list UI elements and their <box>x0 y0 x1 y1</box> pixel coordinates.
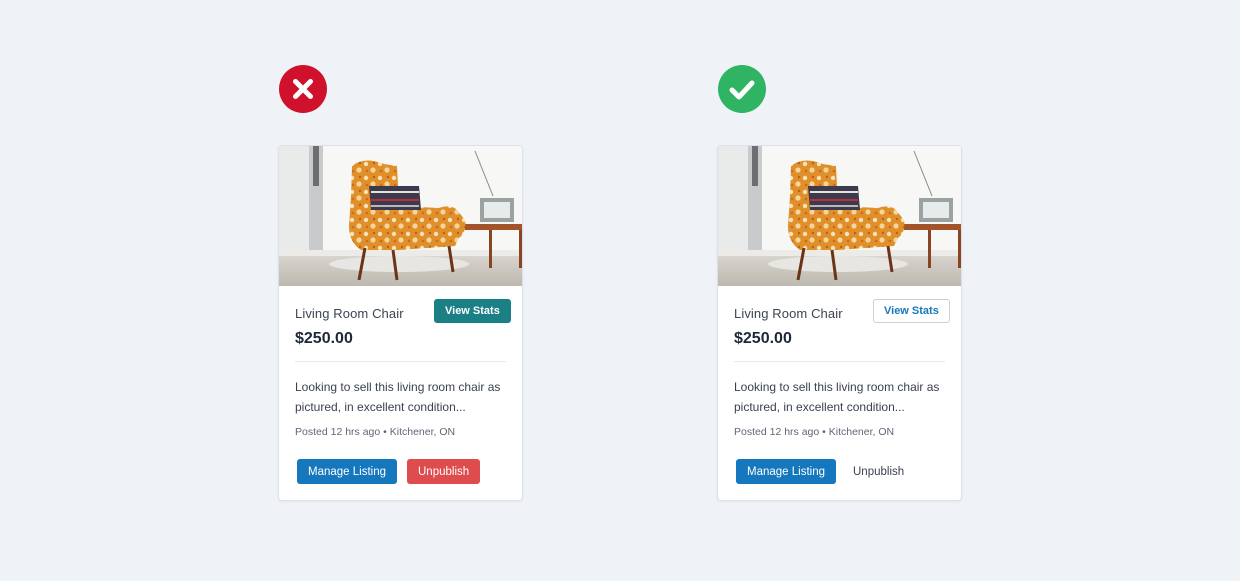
chair-photo <box>279 146 522 286</box>
unpublish-button[interactable]: Unpublish <box>842 459 915 484</box>
manage-listing-button[interactable]: Manage Listing <box>736 459 836 484</box>
listing-description: Looking to sell this living room chair a… <box>295 380 501 414</box>
divider <box>734 361 945 362</box>
listing-meta: Posted 12 hrs ago • Kitchener, ON <box>295 426 456 438</box>
listing-card: Living Room Chair View Stats $250.00 Loo… <box>278 145 523 501</box>
divider <box>295 361 506 362</box>
listing-meta: Posted 12 hrs ago • Kitchener, ON <box>734 426 895 438</box>
listing-title: Living Room Chair <box>734 306 843 321</box>
manage-listing-button[interactable]: Manage Listing <box>297 459 397 484</box>
listing-title: Living Room Chair <box>295 306 404 321</box>
view-stats-button[interactable]: View Stats <box>873 299 950 323</box>
listing-description: Looking to sell this living room chair a… <box>734 380 940 414</box>
listing-price: $250.00 <box>734 330 792 347</box>
checkmark-icon <box>718 65 766 113</box>
listing-price: $250.00 <box>295 330 353 347</box>
view-stats-button[interactable]: View Stats <box>434 299 511 323</box>
x-icon <box>279 65 327 113</box>
chair-photo <box>718 146 961 286</box>
unpublish-button[interactable]: Unpublish <box>407 459 481 484</box>
listing-card: Living Room Chair View Stats $250.00 Loo… <box>717 145 962 501</box>
